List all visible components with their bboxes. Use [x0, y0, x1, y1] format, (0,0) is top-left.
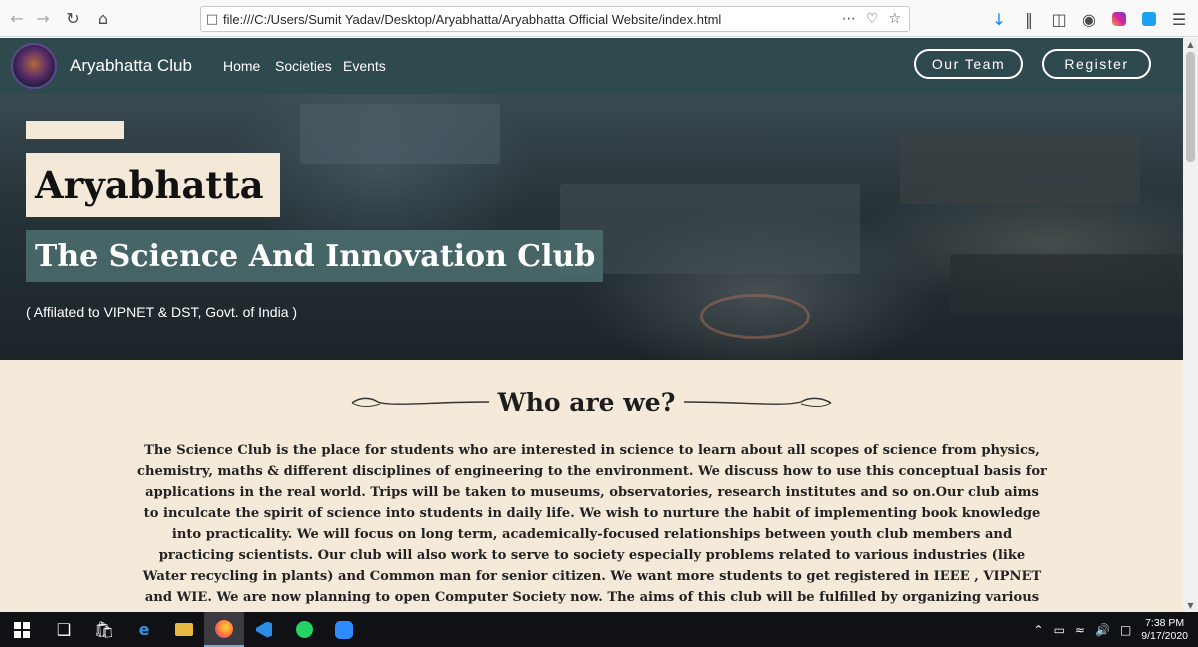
file-explorer-icon[interactable] — [164, 612, 204, 647]
browser-toolbar: ← → ↻ ⌂ □ file:///C:/Users/Sumit Yadav/D… — [0, 0, 1198, 37]
forward-icon[interactable]: → — [30, 5, 56, 31]
nav-link-home[interactable]: Home — [223, 58, 260, 74]
wifi-icon[interactable]: ≈ — [1075, 623, 1085, 637]
zoom-icon[interactable] — [324, 612, 364, 647]
instagram-icon[interactable] — [1108, 6, 1130, 32]
url-text[interactable]: file:///C:/Users/Sumit Yadav/Desktop/Ary… — [223, 12, 842, 27]
about-section: Who are we? The Science Club is the plac… — [0, 360, 1183, 612]
battery-icon[interactable]: ▭ — [1054, 623, 1065, 637]
circuit-chip-shape — [900, 134, 1140, 204]
store-icon[interactable]: 🛍 — [84, 612, 124, 647]
circuit-coil-shape — [700, 294, 810, 339]
circuit-chip-shape — [300, 104, 500, 164]
twitter-icon[interactable] — [1138, 6, 1160, 32]
brand-name[interactable]: Aryabhatta Club — [70, 56, 192, 76]
task-view-icon[interactable]: ❑ — [44, 612, 84, 647]
volume-icon[interactable]: 🔊 — [1095, 623, 1110, 637]
about-body: The Science Club is the place for studen… — [137, 443, 1047, 612]
more-icon[interactable]: ⋯ — [842, 11, 856, 27]
notification-icon[interactable]: □ — [1120, 623, 1131, 637]
register-button[interactable]: Register — [1042, 49, 1151, 79]
firefox-icon[interactable] — [204, 612, 244, 647]
page-scrollbar[interactable]: ▲ ▼ — [1183, 38, 1198, 612]
clock-time: 7:38 PM — [1145, 616, 1185, 629]
library-icon[interactable]: ‖ — [1018, 6, 1040, 32]
pocket-icon[interactable]: ♡ — [866, 11, 879, 27]
sidebar-icon[interactable]: ◫ — [1048, 6, 1070, 32]
hero-banner: Aryabhatta The Science And Innovation Cl… — [0, 94, 1183, 360]
circuit-chip-shape — [560, 184, 860, 274]
nav-link-societies[interactable]: Societies — [275, 58, 332, 74]
scroll-up-icon[interactable]: ▲ — [1183, 40, 1198, 49]
home-icon[interactable]: ⌂ — [90, 5, 116, 31]
page-icon: □ — [205, 11, 219, 27]
back-icon[interactable]: ← — [4, 5, 30, 31]
scrollbar-thumb[interactable] — [1186, 52, 1195, 162]
right-flourish-icon — [684, 397, 832, 407]
windows-taskbar: ❑ 🛍 e ⌃ ▭ ≈ 🔊 □ 7:38 PM 9/17/2020 — [0, 612, 1198, 647]
account-icon[interactable]: ◉ — [1078, 6, 1100, 32]
edge-icon[interactable]: e — [124, 612, 164, 647]
bookmark-star-icon[interactable]: ☆ — [888, 11, 901, 27]
system-tray: ⌃ ▭ ≈ 🔊 □ 7:38 PM 9/17/2020 — [1034, 612, 1188, 647]
taskbar-clock[interactable]: 7:38 PM 9/17/2020 — [1141, 617, 1188, 643]
left-flourish-icon — [351, 397, 489, 407]
hero-subtitle-box: The Science And Innovation Club — [26, 230, 604, 282]
url-bar[interactable]: □ file:///C:/Users/Sumit Yadav/Desktop/A… — [200, 6, 910, 32]
menu-icon[interactable]: ☰ — [1168, 6, 1190, 32]
clock-date: 9/17/2020 — [1141, 629, 1188, 642]
hero-subtitle: The Science And Innovation Club — [35, 238, 596, 274]
about-heading: Who are we? — [497, 388, 676, 417]
vscode-icon[interactable] — [244, 612, 284, 647]
download-icon[interactable]: ↓ — [988, 6, 1010, 32]
tray-chevron-up-icon[interactable]: ⌃ — [1034, 623, 1044, 637]
web-page: Aryabhatta Club Home Societies Events Ou… — [0, 38, 1183, 612]
hero-title: Aryabhatta — [35, 163, 264, 207]
our-team-button[interactable]: Our Team — [914, 49, 1023, 79]
reload-icon[interactable]: ↻ — [60, 5, 86, 31]
hero-accent-bar — [26, 121, 124, 139]
circuit-chip-shape — [950, 254, 1183, 314]
whatsapp-icon[interactable] — [284, 612, 324, 647]
club-logo[interactable] — [11, 43, 57, 89]
scroll-down-icon[interactable]: ▼ — [1183, 601, 1198, 610]
nav-link-events[interactable]: Events — [343, 58, 386, 74]
hero-title-box: Aryabhatta — [26, 153, 280, 217]
hero-affiliation: ( Affilated to VIPNET & DST, Govt. of In… — [26, 304, 298, 320]
windows-start-icon[interactable] — [0, 612, 44, 647]
site-navbar: Aryabhatta Club Home Societies Events Ou… — [0, 38, 1183, 94]
